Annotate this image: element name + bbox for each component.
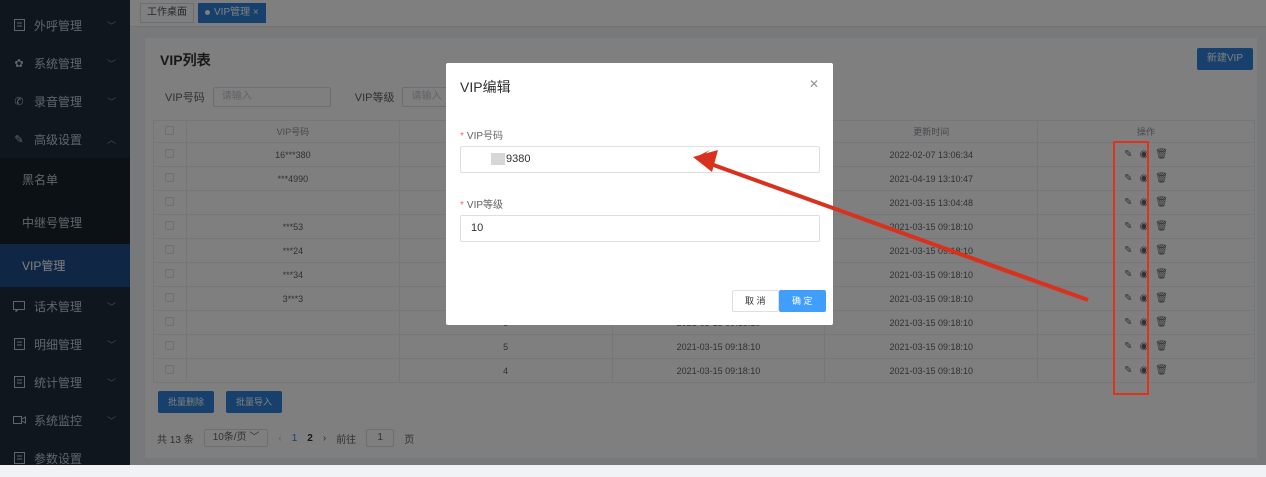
annotation-arrow <box>693 150 1089 302</box>
